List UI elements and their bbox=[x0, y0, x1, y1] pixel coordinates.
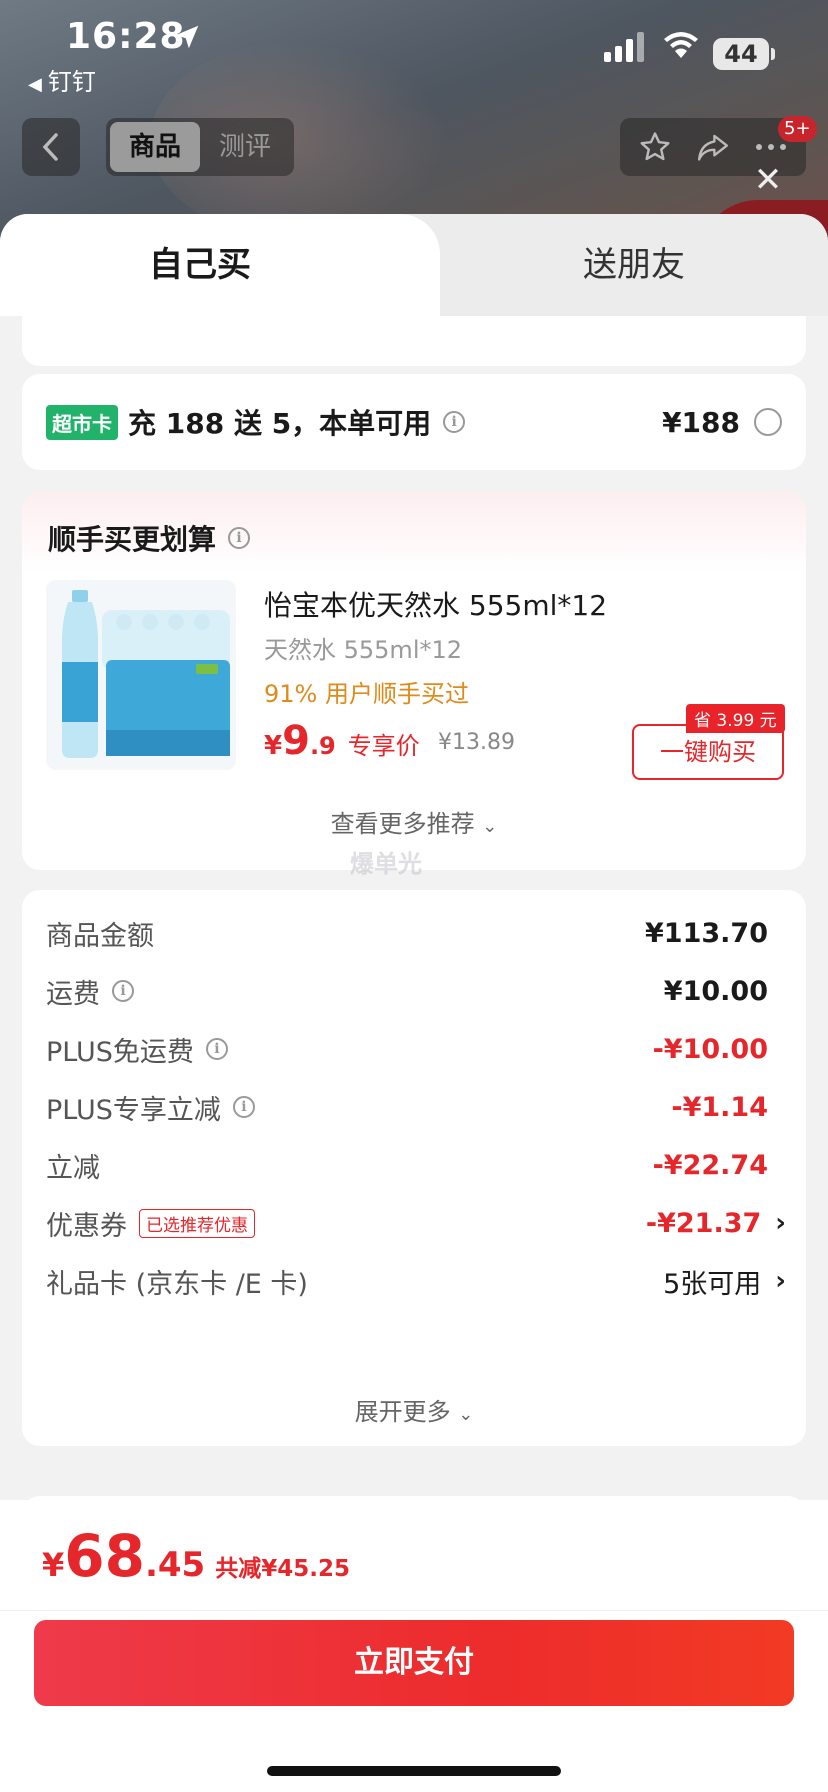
row-label-text: 运费 bbox=[46, 978, 100, 1010]
info-icon[interactable]: i bbox=[112, 980, 134, 1002]
purchase-tabs: 自己买 送朋友 bbox=[0, 214, 828, 316]
chevron-right-icon: › bbox=[775, 1208, 786, 1238]
more-icon[interactable] bbox=[754, 142, 788, 152]
info-icon[interactable]: i bbox=[228, 527, 251, 549]
row-label-text: PLUS专享立减 bbox=[46, 1094, 221, 1126]
notification-badge: 5+ bbox=[778, 116, 817, 142]
recommendation-card: 顺手买更划算 i 怡宝本优天然水 555ml*12 天然水 555ml*12 9… bbox=[22, 492, 806, 870]
tab-buy-for-self[interactable]: 自己买 bbox=[0, 214, 440, 316]
row-label: PLUS专享立减 i bbox=[46, 1088, 255, 1127]
location-arrow-icon bbox=[175, 25, 199, 49]
row-value: -¥21.37 › bbox=[646, 1208, 786, 1239]
total-decimal: .45 bbox=[144, 1545, 206, 1585]
total-price: ¥ 68 .45 共减¥45.25 bbox=[42, 1522, 350, 1590]
share-icon[interactable] bbox=[695, 130, 731, 164]
back-button[interactable] bbox=[22, 118, 80, 176]
home-indicator[interactable] bbox=[267, 1766, 561, 1776]
tab-send-to-friend[interactable]: 送朋友 bbox=[440, 214, 828, 316]
row-value: -¥22.74 bbox=[652, 1149, 768, 1181]
row-plus-discount: PLUS专享立减 i -¥1.14 bbox=[46, 1082, 786, 1132]
row-coupon[interactable]: 优惠券 已选推荐优惠 -¥21.37 › bbox=[46, 1198, 786, 1248]
divider bbox=[0, 1610, 828, 1611]
cellular-signal-icon bbox=[604, 32, 644, 62]
watermark: 爆单光 bbox=[350, 850, 422, 878]
row-label: PLUS免运费 i bbox=[46, 1030, 228, 1069]
coupon-selected-tag: 已选推荐优惠 bbox=[139, 1208, 255, 1238]
info-icon[interactable]: i bbox=[205, 1038, 228, 1060]
wifi-icon bbox=[664, 32, 698, 58]
pay-bar: ¥ 68 .45 共减¥45.25 立即支付 bbox=[0, 1500, 828, 1792]
row-value: -¥1.14 bbox=[671, 1091, 768, 1123]
supermarket-card-badge: 超市卡 bbox=[46, 404, 118, 440]
expand-more-label: 展开更多 bbox=[354, 1398, 451, 1426]
pay-now-button[interactable]: 立即支付 bbox=[34, 1620, 794, 1706]
status-bar: 16:28 ◀ 钉钉 44 bbox=[0, 0, 828, 100]
row-label: 优惠券 已选推荐优惠 bbox=[46, 1204, 255, 1243]
chevron-left-icon bbox=[42, 133, 58, 161]
chevron-right-icon: › bbox=[775, 1266, 786, 1296]
row-gift-card[interactable]: 礼品卡 (京东卡 /E 卡) 5张可用 › bbox=[46, 1256, 786, 1306]
price-integer: 9 bbox=[282, 718, 310, 764]
row-plus-free-shipping: PLUS免运费 i -¥10.00 bbox=[46, 1024, 786, 1074]
row-label: 运费 i bbox=[46, 972, 134, 1011]
battery-indicator: 44 bbox=[713, 38, 775, 70]
recommendation-title: 顺手买更划算 i bbox=[48, 518, 251, 558]
previous-card-bottom bbox=[22, 316, 806, 366]
price-detail-card: 商品金额 ¥113.70 运费 i ¥10.00 PLUS免运费 i -¥10.00… bbox=[22, 890, 806, 1446]
supermarket-card-offer: 充 188 送 5，本单可用 bbox=[128, 407, 432, 440]
price-decimal: .9 bbox=[309, 732, 336, 760]
product-thumbnail[interactable] bbox=[46, 580, 236, 770]
total-symbol: ¥ bbox=[42, 1546, 65, 1584]
page-segment-control: 商品 测评 bbox=[106, 118, 294, 176]
row-instant-discount: 立减 -¥22.74 bbox=[46, 1140, 786, 1190]
back-triangle-icon: ◀ bbox=[28, 74, 42, 95]
row-label: 礼品卡 (京东卡 /E 卡) bbox=[46, 1268, 308, 1300]
star-icon[interactable] bbox=[638, 130, 672, 164]
product-price: ¥ 9 .9 专享价 bbox=[264, 718, 420, 764]
info-icon[interactable]: i bbox=[443, 411, 466, 433]
back-to-app-link[interactable]: ◀ 钉钉 bbox=[28, 62, 96, 97]
savings-tag: 省 3.99 元 bbox=[686, 704, 785, 733]
water-bottle-pack-image bbox=[46, 580, 236, 770]
product-name[interactable]: 怡宝本优天然水 555ml*12 bbox=[264, 584, 607, 624]
recommendation-title-text: 顺手买更划算 bbox=[48, 523, 217, 556]
price-symbol: ¥ bbox=[264, 731, 283, 761]
row-value: -¥10.00 bbox=[652, 1033, 768, 1065]
segment-review[interactable]: 测评 bbox=[200, 122, 290, 172]
chevron-down-icon: ⌄ bbox=[458, 1404, 474, 1425]
back-app-label: 钉钉 bbox=[47, 68, 96, 96]
row-value-text: -¥21.37 bbox=[645, 1207, 762, 1239]
row-goods-amount: 商品金额 ¥113.70 bbox=[46, 908, 786, 958]
clock: 16:28 bbox=[66, 16, 186, 57]
total-discount: 共减¥45.25 bbox=[215, 1556, 350, 1582]
info-icon[interactable]: i bbox=[232, 1096, 255, 1118]
price-label: 专享价 bbox=[347, 732, 420, 760]
segment-goods[interactable]: 商品 bbox=[110, 122, 200, 172]
supermarket-card-row[interactable]: 超市卡 充 188 送 5，本单可用 i ¥188 bbox=[22, 374, 806, 470]
more-recommendations-label: 查看更多推荐 bbox=[330, 810, 475, 838]
row-value: ¥113.70 bbox=[645, 917, 768, 949]
more-recommendations-link[interactable]: 查看更多推荐 ⌄ bbox=[22, 804, 806, 839]
row-label-text: 优惠券 bbox=[46, 1210, 127, 1242]
supermarket-card-radio[interactable] bbox=[754, 408, 782, 436]
row-label: 商品金额 bbox=[46, 920, 154, 952]
product-spec: 天然水 555ml*12 bbox=[264, 636, 463, 664]
product-buy-stat: 91% 用户顺手买过 bbox=[264, 680, 469, 708]
original-price: ¥13.89 bbox=[438, 730, 515, 755]
chevron-down-icon: ⌄ bbox=[482, 816, 498, 837]
supermarket-card-price: ¥188 bbox=[662, 405, 740, 439]
row-label-text: PLUS免运费 bbox=[46, 1036, 194, 1068]
row-value: 5张可用 › bbox=[663, 1262, 786, 1301]
close-icon[interactable]: ✕ bbox=[752, 163, 784, 197]
row-value: ¥10.00 bbox=[663, 975, 768, 1007]
row-value-text: 5张可用 bbox=[663, 1268, 762, 1300]
row-shipping: 运费 i ¥10.00 bbox=[46, 966, 786, 1016]
total-integer: 68 bbox=[64, 1522, 145, 1590]
expand-more-link[interactable]: 展开更多 ⌄ bbox=[22, 1392, 806, 1427]
row-label: 立减 bbox=[46, 1152, 100, 1184]
